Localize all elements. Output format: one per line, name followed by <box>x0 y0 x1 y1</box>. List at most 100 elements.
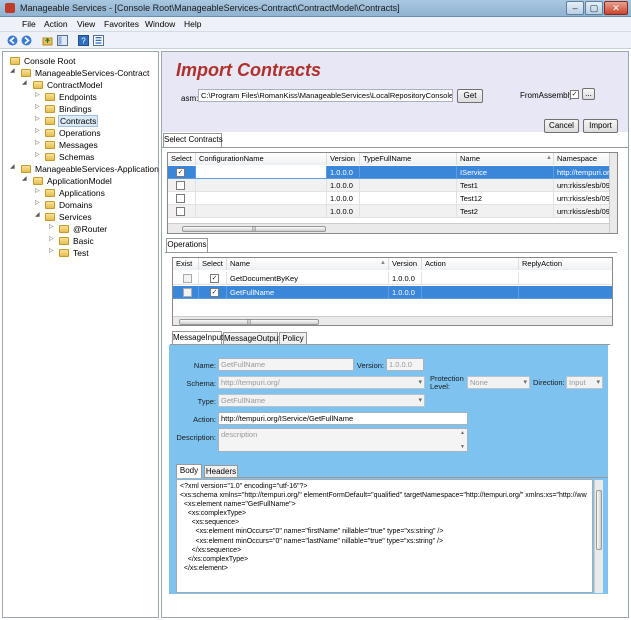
column-header[interactable]: Exist <box>173 258 199 270</box>
tree-item-basic[interactable]: Basic <box>59 235 95 247</box>
select-cell[interactable] <box>168 205 196 218</box>
tab-select-contracts[interactable]: Select Contracts <box>163 133 223 147</box>
collapse-icon[interactable]: ◢ <box>10 163 15 170</box>
menu-help[interactable]: Help <box>184 19 201 29</box>
cancel-button[interactable]: Cancel <box>544 119 579 133</box>
config-cell[interactable] <box>196 179 327 192</box>
tree-item-applications[interactable]: Applications <box>45 187 106 199</box>
column-header[interactable]: Name <box>457 153 554 165</box>
collapse-icon[interactable]: ◢ <box>22 175 27 182</box>
type-select[interactable]: GetFullName <box>218 394 425 407</box>
menu-view[interactable]: View <box>77 19 95 29</box>
forward-icon[interactable] <box>21 35 32 46</box>
schema-body-editor[interactable]: <?xml version="1.0" encoding="utf-16"?> <… <box>176 479 593 593</box>
back-icon[interactable] <box>7 35 18 46</box>
menu-action[interactable]: Action <box>44 19 68 29</box>
menu-file[interactable]: File <box>22 19 36 29</box>
from-assembly-checkbox[interactable]: ✓ <box>570 90 579 99</box>
expand-icon[interactable]: ▷ <box>35 187 40 194</box>
collapse-icon[interactable]: ◢ <box>10 67 15 74</box>
tree-item-contracts[interactable]: Contracts <box>45 115 99 127</box>
row-checkbox[interactable]: ✓ <box>210 274 219 283</box>
expand-icon[interactable]: ▷ <box>35 115 40 122</box>
select-cell[interactable] <box>168 192 196 205</box>
expand-icon[interactable]: ▷ <box>49 247 54 254</box>
tree-item-contract[interactable]: ManageableServices-Contract <box>21 67 150 79</box>
row-checkbox[interactable] <box>176 181 185 190</box>
tree-item-endpoints[interactable]: Endpoints <box>45 91 98 103</box>
config-cell[interactable] <box>196 205 327 218</box>
tab-message-input[interactable]: MessageInput <box>172 331 223 345</box>
direction-select[interactable]: Input <box>566 376 603 389</box>
row-checkbox[interactable] <box>176 207 185 216</box>
column-header[interactable]: TypeFullName <box>360 153 457 165</box>
browse-button[interactable]: ... <box>582 88 595 100</box>
get-button[interactable]: Get <box>457 89 483 103</box>
column-header[interactable]: ConfigurationName <box>196 153 327 165</box>
column-header[interactable]: Name <box>227 258 389 270</box>
column-header[interactable]: Version <box>327 153 360 165</box>
row-checkbox[interactable]: ✓ <box>176 168 185 177</box>
tree-item-messages[interactable]: Messages <box>45 139 99 151</box>
column-header[interactable]: ReplyAction <box>519 258 612 270</box>
properties-icon[interactable] <box>93 35 104 46</box>
expand-icon[interactable]: ▷ <box>35 103 40 110</box>
scroll-thumb[interactable]: ||| <box>182 226 326 232</box>
operations-hscrollbar[interactable]: ||| <box>173 316 612 325</box>
column-header[interactable]: Action <box>422 258 519 270</box>
tree-item-schemas[interactable]: Schemas <box>45 151 95 163</box>
contracts-hscrollbar[interactable]: ||| <box>168 223 609 233</box>
tree-item-domains[interactable]: Domains <box>45 199 94 211</box>
body-vscrollbar[interactable] <box>594 480 603 593</box>
scroll-thumb[interactable]: ||| <box>179 319 319 325</box>
column-header[interactable]: Namespace <box>554 153 610 165</box>
expand-icon[interactable]: ▷ <box>35 151 40 158</box>
close-button[interactable]: ✕ <box>604 1 628 15</box>
tree-item-test[interactable]: Test <box>59 247 90 259</box>
select-cell[interactable]: ✓ <box>199 272 227 285</box>
scroll-down-icon[interactable]: ▼ <box>460 444 465 450</box>
select-cell[interactable]: ✓ <box>199 286 227 299</box>
column-header[interactable]: Select <box>199 258 227 270</box>
column-header[interactable]: Version <box>389 258 422 270</box>
config-cell[interactable] <box>196 192 327 205</box>
expand-icon[interactable]: ▷ <box>35 91 40 98</box>
tree-item-services[interactable]: Services <box>45 211 93 223</box>
tree-item-contract-model[interactable]: ContractModel <box>33 79 103 91</box>
action-input[interactable]: http://tempuri.org/IService/GetFullName <box>218 412 468 425</box>
menu-window[interactable]: Window <box>145 19 175 29</box>
row-checkbox[interactable] <box>176 194 185 203</box>
select-cell[interactable] <box>168 179 196 192</box>
config-cell[interactable] <box>196 166 327 179</box>
select-cell[interactable]: ✓ <box>168 166 196 179</box>
up-folder-icon[interactable] <box>42 35 53 46</box>
expand-icon[interactable]: ▷ <box>49 223 54 230</box>
scroll-up-icon[interactable]: ▲ <box>460 430 465 436</box>
help-icon[interactable]: ? <box>78 35 89 46</box>
menu-favorites[interactable]: Favorites <box>104 19 139 29</box>
expand-icon[interactable]: ▷ <box>49 235 54 242</box>
tab-operations[interactable]: Operations <box>166 238 208 252</box>
tree-item-bindings[interactable]: Bindings <box>45 103 93 115</box>
tab-body[interactable]: Body <box>176 464 202 478</box>
import-button[interactable]: Import <box>583 119 618 133</box>
tree-item-application-model[interactable]: ApplicationModel <box>33 175 113 187</box>
maximize-button[interactable]: ▢ <box>585 1 603 15</box>
tree-item-application[interactable]: ManageableServices-Application <box>21 163 160 175</box>
row-checkbox[interactable]: ✓ <box>210 288 219 297</box>
expand-icon[interactable]: ▷ <box>35 199 40 206</box>
show-hide-tree-icon[interactable] <box>57 35 68 46</box>
message-version-input[interactable]: 1.0.0.0 <box>386 358 424 371</box>
scroll-thumb[interactable] <box>596 490 602 550</box>
description-textarea[interactable]: description <box>218 428 468 452</box>
expand-icon[interactable]: ▷ <box>35 127 40 134</box>
expand-icon[interactable]: ▷ <box>35 139 40 146</box>
protection-level-select[interactable]: None <box>467 376 530 389</box>
asm-path-input[interactable]: C:\Program Files\RomanKiss\ManageableSer… <box>198 89 453 102</box>
collapse-icon[interactable]: ◢ <box>22 79 27 86</box>
minimize-button[interactable]: – <box>566 1 584 15</box>
collapse-icon[interactable]: ◢ <box>35 211 40 218</box>
contracts-vscrollbar[interactable] <box>609 153 617 233</box>
schema-select[interactable]: http://tempuri.org/ <box>218 376 425 389</box>
message-name-input[interactable]: GetFullName <box>218 358 354 371</box>
